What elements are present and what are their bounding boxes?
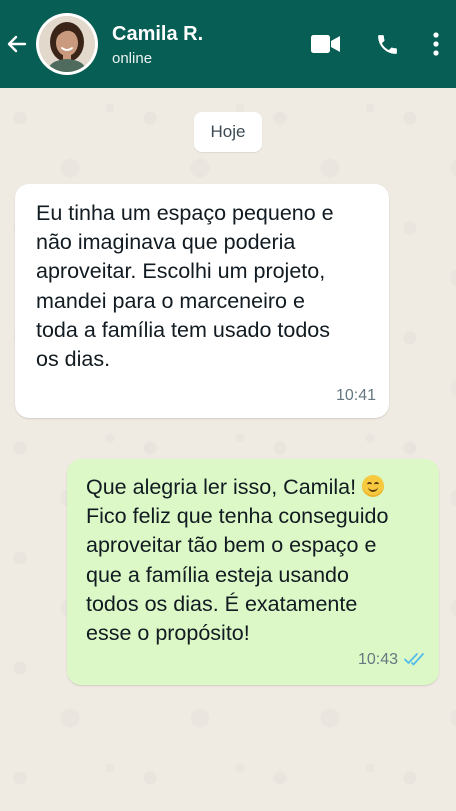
outgoing-message[interactable]: Que alegria ler isso, Camila! Fico feliz… — [67, 459, 439, 685]
date-divider: Hoje — [194, 112, 262, 152]
message-text: Eu tinha um espaço pequeno e não imagina… — [36, 201, 334, 372]
contact-info[interactable]: Camila R. online — [112, 22, 311, 67]
chat-header: Camila R. online — [0, 0, 456, 88]
read-receipt-icon — [404, 652, 426, 666]
phone-icon[interactable] — [374, 31, 400, 57]
message-text-rest: Fico feliz que tenha conseguido aproveit… — [86, 504, 389, 646]
smiling-face-emoji-icon — [362, 475, 385, 497]
back-arrow-icon[interactable] — [7, 34, 27, 54]
contact-name: Camila R. — [112, 22, 204, 45]
message-time: 10:41 — [335, 386, 376, 404]
more-options-icon[interactable] — [430, 31, 442, 57]
message-time: 10:43 — [357, 650, 398, 668]
message-text-line1: Que alegria ler isso, Camila! — [86, 475, 363, 499]
contact-status: online — [112, 49, 153, 67]
message-text: Que alegria ler isso, Camila! Fico feliz… — [86, 473, 423, 648]
video-call-icon[interactable] — [311, 32, 341, 56]
avatar[interactable] — [36, 13, 98, 75]
incoming-message[interactable]: Eu tinha um espaço pequeno e não imagina… — [15, 184, 389, 418]
